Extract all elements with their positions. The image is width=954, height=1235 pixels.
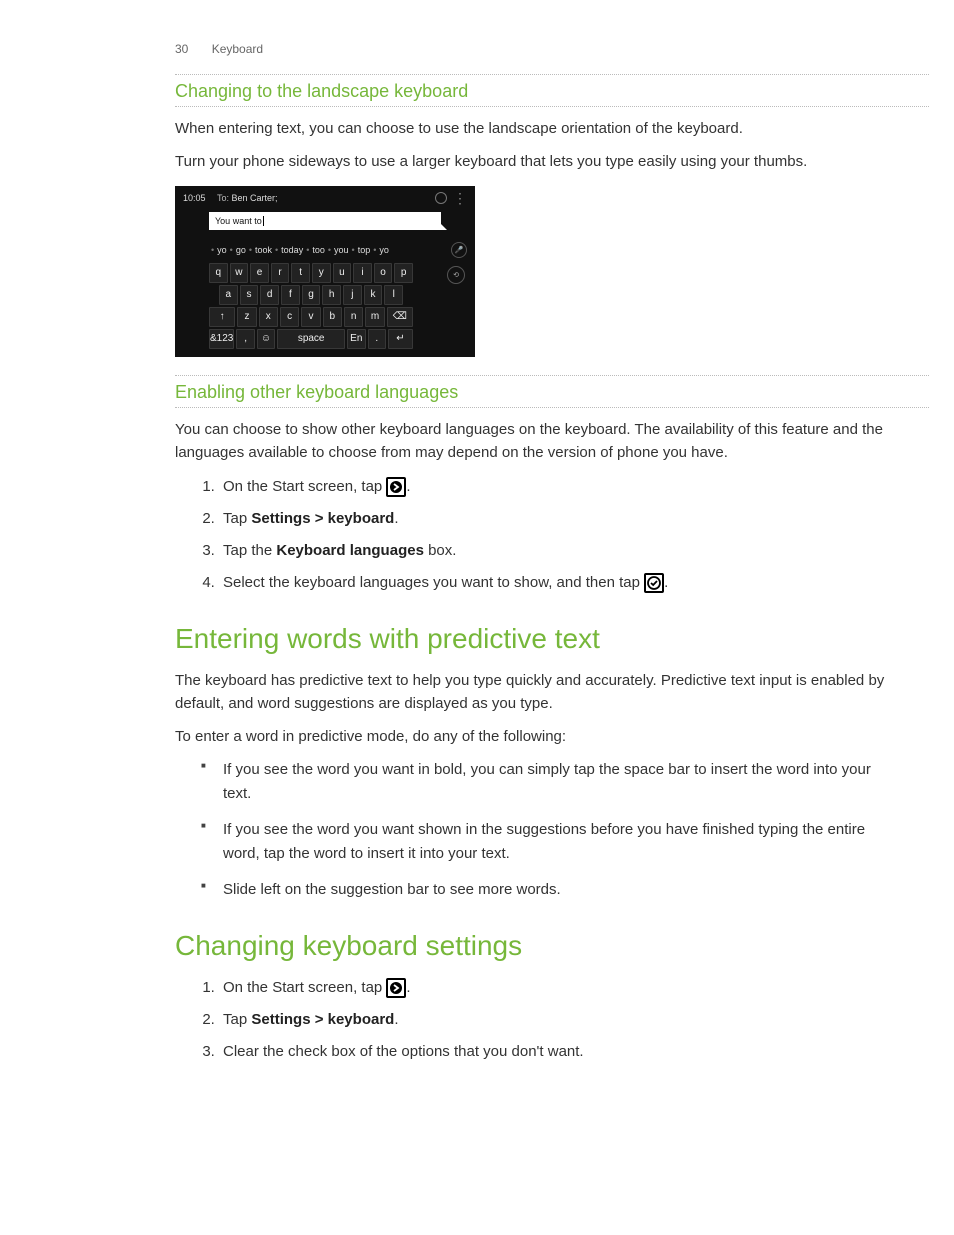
check-icon bbox=[644, 573, 664, 593]
key: v bbox=[301, 307, 320, 327]
list-item: Tap the Keyboard languages box. bbox=[219, 539, 894, 563]
key: s bbox=[240, 285, 259, 305]
body-text: Turn your phone sideways to use a larger… bbox=[175, 150, 894, 173]
body-text: To enter a word in predictive mode, do a… bbox=[175, 725, 894, 748]
key: c bbox=[280, 307, 299, 327]
key: r bbox=[271, 263, 290, 283]
list-item: Tap Settings > keyboard. bbox=[219, 507, 894, 531]
keyboard-row: q w e r t y u i o p bbox=[209, 263, 413, 283]
section-name: Keyboard bbox=[212, 42, 263, 56]
key: q bbox=[209, 263, 228, 283]
list-item: Slide left on the suggestion bar to see … bbox=[211, 878, 894, 902]
keyboard-row: ↑ z x c v b n m ⌫ bbox=[209, 307, 413, 327]
key: j bbox=[343, 285, 362, 305]
key: h bbox=[322, 285, 341, 305]
list-item: Clear the check box of the options that … bbox=[219, 1040, 894, 1064]
list-item: If you see the word you want in bold, yo… bbox=[211, 758, 894, 806]
shift-key: ↑ bbox=[209, 307, 235, 327]
key: y bbox=[312, 263, 331, 283]
backspace-key: ⌫ bbox=[387, 307, 413, 327]
phone-suggestion-bar: •yo •go •took •today •too •you •top •yo … bbox=[179, 240, 471, 262]
period-key: . bbox=[368, 329, 386, 349]
language-key: En bbox=[347, 329, 365, 349]
more-icon: ⋮ bbox=[453, 195, 467, 201]
space-key: space bbox=[277, 329, 345, 349]
body-text: The keyboard has predictive text to help… bbox=[175, 669, 894, 716]
key: u bbox=[333, 263, 352, 283]
key: z bbox=[237, 307, 256, 327]
heading-settings: Changing keyboard settings bbox=[175, 930, 894, 962]
phone-screenshot: 10:05 To: Ben Carter; ⋮ You want to •yo … bbox=[175, 186, 475, 358]
key: g bbox=[302, 285, 321, 305]
body-text: When entering text, you can choose to us… bbox=[175, 117, 894, 140]
mic-icon: 🎤 bbox=[451, 242, 467, 258]
steps-list: On the Start screen, tap . Tap Settings … bbox=[175, 976, 894, 1064]
divider bbox=[175, 74, 929, 75]
caret-icon bbox=[263, 216, 264, 226]
divider bbox=[175, 375, 929, 376]
rotate-icon: ⟲ bbox=[447, 266, 465, 284]
key: w bbox=[230, 263, 249, 283]
heading-predictive: Entering words with predictive text bbox=[175, 623, 894, 655]
list-item: On the Start screen, tap . bbox=[219, 475, 894, 499]
key: n bbox=[344, 307, 363, 327]
subheading-languages: Enabling other keyboard languages bbox=[175, 382, 894, 403]
page-header: 30 Keyboard bbox=[175, 42, 894, 56]
key: x bbox=[259, 307, 278, 327]
phone-to-field: To: Ben Carter; bbox=[217, 193, 435, 203]
key: e bbox=[250, 263, 269, 283]
list-item: On the Start screen, tap . bbox=[219, 976, 894, 1000]
body-text: You can choose to show other keyboard la… bbox=[175, 418, 894, 465]
divider bbox=[175, 106, 929, 107]
enter-key: ↵ bbox=[388, 329, 413, 349]
subheading-landscape: Changing to the landscape keyboard bbox=[175, 81, 894, 102]
key: t bbox=[291, 263, 310, 283]
key: i bbox=[353, 263, 372, 283]
phone-message-input: You want to bbox=[209, 212, 441, 231]
phone-statusbar: 10:05 To: Ben Carter; ⋮ bbox=[179, 190, 471, 206]
key: k bbox=[364, 285, 383, 305]
page-number: 30 bbox=[175, 42, 188, 56]
key: d bbox=[260, 285, 279, 305]
key: p bbox=[394, 263, 413, 283]
keyboard-row: a s d f g h j k l bbox=[209, 285, 413, 305]
list-item: Tap Settings > keyboard. bbox=[219, 1008, 894, 1032]
key: a bbox=[219, 285, 238, 305]
comma-key: , bbox=[236, 329, 254, 349]
list-item: Select the keyboard languages you want t… bbox=[219, 571, 894, 595]
key: o bbox=[374, 263, 393, 283]
steps-list: On the Start screen, tap . Tap Settings … bbox=[175, 475, 894, 595]
key: b bbox=[323, 307, 342, 327]
attach-icon bbox=[435, 192, 447, 204]
bullet-list: If you see the word you want in bold, yo… bbox=[175, 758, 894, 902]
phone-time: 10:05 bbox=[183, 193, 217, 203]
symbols-key: &123 bbox=[209, 329, 234, 349]
list-item: If you see the word you want shown in th… bbox=[211, 818, 894, 866]
divider bbox=[175, 407, 929, 408]
keyboard-row: &123 , ☺ space En . ↵ bbox=[209, 329, 413, 349]
arrow-right-icon bbox=[386, 978, 406, 998]
key: l bbox=[384, 285, 403, 305]
emoji-key: ☺ bbox=[257, 329, 275, 349]
key: m bbox=[365, 307, 384, 327]
arrow-right-icon bbox=[386, 477, 406, 497]
key: f bbox=[281, 285, 300, 305]
